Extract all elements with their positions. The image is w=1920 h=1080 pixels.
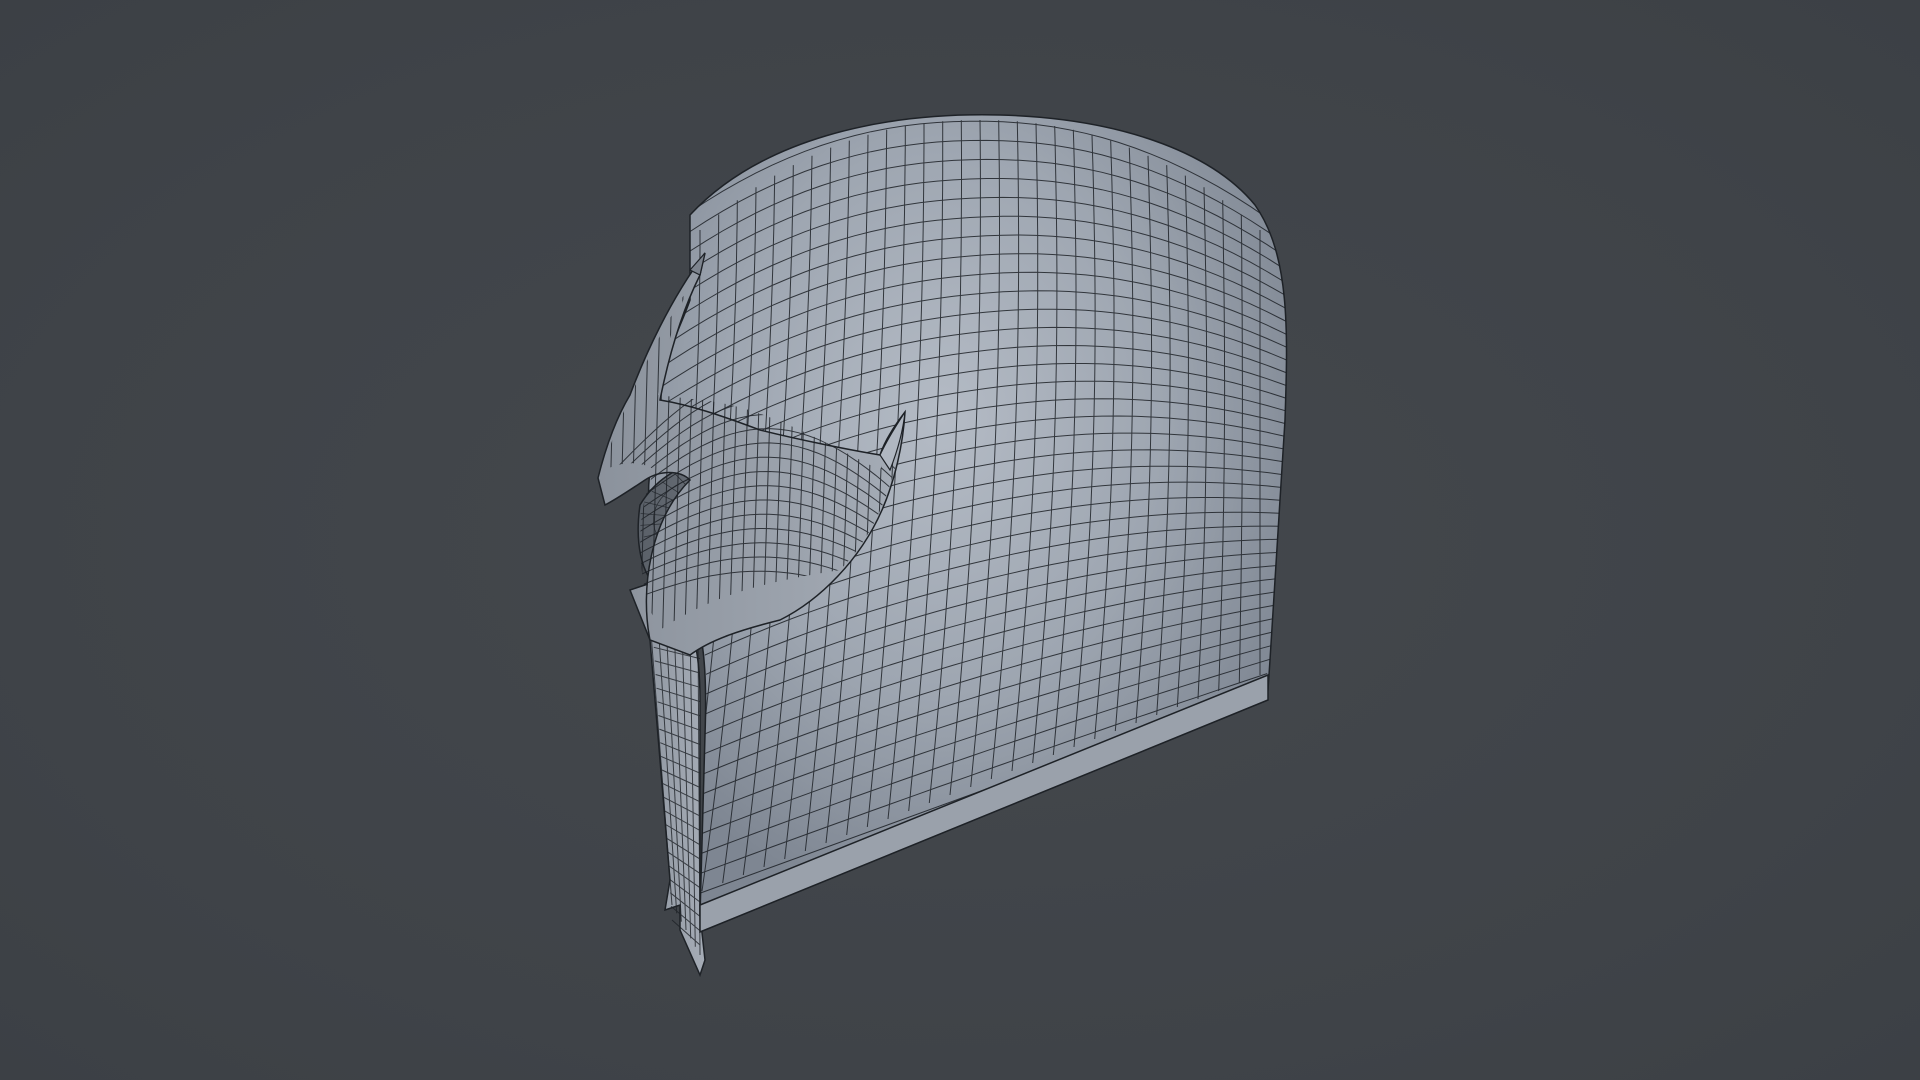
- helmet-model: [597, 114, 1288, 978]
- 3d-viewport[interactable]: [0, 0, 1920, 1080]
- brow-rib: [605, 255, 606, 630]
